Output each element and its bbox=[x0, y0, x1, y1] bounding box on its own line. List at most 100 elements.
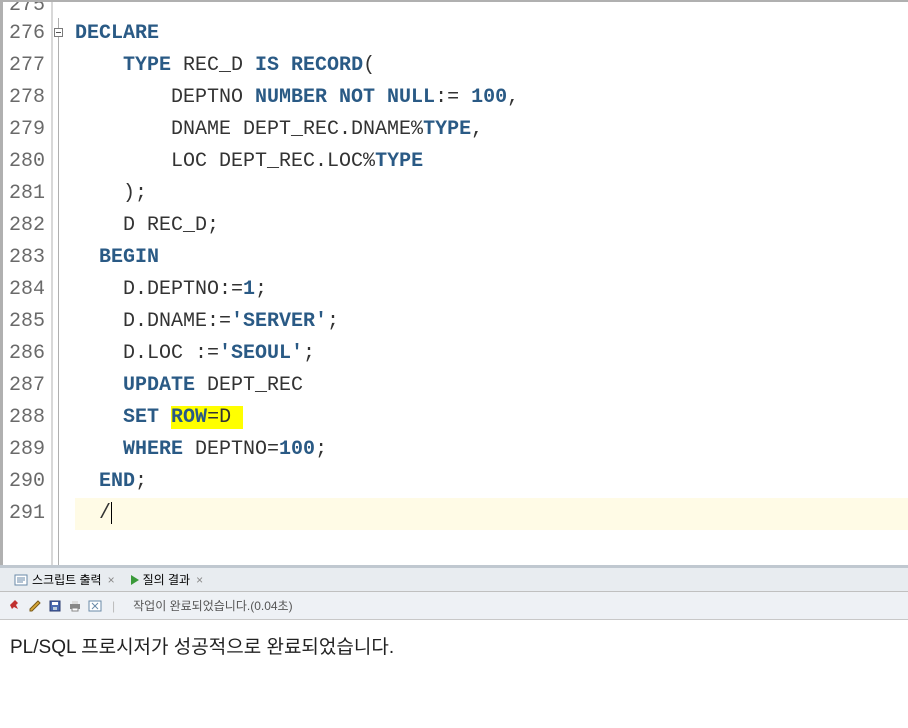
code-token: DECLARE bbox=[75, 22, 159, 45]
output-body[interactable]: PL/SQL 프로시저가 성공적으로 완료되었습니다. bbox=[0, 620, 908, 700]
code-token: REC_D bbox=[171, 54, 255, 77]
code-line[interactable]: D.DNAME:='SERVER'; bbox=[75, 306, 908, 338]
code-token: UPDATE bbox=[123, 374, 195, 397]
code-token: 1 bbox=[243, 278, 255, 301]
code-token: ; bbox=[315, 438, 327, 461]
line-number: 284 bbox=[5, 274, 45, 306]
code-line[interactable]: / bbox=[75, 498, 908, 530]
code-token: , bbox=[507, 86, 519, 109]
code-token: D.DNAME:= bbox=[75, 310, 231, 333]
output-message: PL/SQL 프로시저가 성공적으로 완료되었습니다. bbox=[10, 637, 394, 658]
text-cursor bbox=[111, 502, 112, 524]
line-number: 282 bbox=[5, 210, 45, 242]
output-toolbar: | 작업이 완료되었습니다.(0.04초) bbox=[0, 592, 908, 620]
code-line[interactable]: SET ROW=D bbox=[75, 402, 908, 434]
output-panel: 스크립트 출력 × 질의 결과 × | 작업이 완료되었습니다.(0.04초) … bbox=[0, 565, 908, 700]
line-number: 289 bbox=[5, 434, 45, 466]
line-number: 281 bbox=[5, 178, 45, 210]
code-token: LOC DEPT_REC.LOC% bbox=[75, 150, 375, 173]
code-line[interactable]: WHERE DEPTNO=100; bbox=[75, 434, 908, 466]
code-token: 'SEOUL' bbox=[219, 342, 303, 365]
code-line[interactable]: UPDATE DEPT_REC bbox=[75, 370, 908, 402]
code-token: 'SERVER' bbox=[231, 310, 327, 333]
clear-icon[interactable] bbox=[88, 599, 102, 613]
code-token: WHERE bbox=[123, 438, 183, 461]
pin-icon[interactable] bbox=[8, 599, 22, 613]
line-number: 285 bbox=[5, 306, 45, 338]
code-token: 100 bbox=[471, 86, 507, 109]
close-icon[interactable]: × bbox=[196, 573, 203, 587]
code-token: ; bbox=[327, 310, 339, 333]
code-token bbox=[75, 246, 99, 269]
code-token: ; bbox=[303, 342, 315, 365]
close-icon[interactable]: × bbox=[108, 573, 115, 587]
tab-query-result-label: 질의 결과 bbox=[143, 571, 191, 588]
code-token: , bbox=[471, 118, 483, 141]
code-line[interactable]: LOC DEPT_REC.LOC%TYPE bbox=[75, 146, 908, 178]
code-editor[interactable]: 2752762772782792802812822832842852862872… bbox=[0, 0, 908, 565]
code-line[interactable] bbox=[75, 2, 908, 18]
code-token: ; bbox=[255, 278, 267, 301]
line-number: 290 bbox=[5, 466, 45, 498]
line-number: 287 bbox=[5, 370, 45, 402]
code-line[interactable]: D.DEPTNO:=1; bbox=[75, 274, 908, 306]
tab-script-output[interactable]: 스크립트 출력 × bbox=[8, 569, 121, 590]
line-number: 275 bbox=[5, 2, 45, 18]
line-number: 291 bbox=[5, 498, 45, 530]
code-token: D.LOC := bbox=[75, 342, 219, 365]
code-line[interactable]: BEGIN bbox=[75, 242, 908, 274]
code-line[interactable]: DECLARE bbox=[75, 18, 908, 50]
code-token: := bbox=[435, 86, 471, 109]
print-icon[interactable] bbox=[68, 599, 82, 613]
line-number: 286 bbox=[5, 338, 45, 370]
code-token: IS RECORD bbox=[255, 54, 363, 77]
toolbar-separator: | bbox=[112, 599, 115, 613]
code-token bbox=[159, 406, 171, 429]
code-token: DEPTNO= bbox=[183, 438, 279, 461]
code-token: TYPE bbox=[375, 150, 423, 173]
toolbar-status: 작업이 완료되었습니다.(0.04초) bbox=[133, 597, 292, 614]
code-token: =D bbox=[207, 406, 243, 429]
code-token bbox=[75, 54, 123, 77]
code-token: ; bbox=[135, 470, 147, 493]
code-token bbox=[75, 470, 99, 493]
line-number: 279 bbox=[5, 114, 45, 146]
code-token: ROW bbox=[171, 406, 207, 429]
code-line[interactable]: D REC_D; bbox=[75, 210, 908, 242]
pencil-icon[interactable] bbox=[28, 599, 42, 613]
tab-script-output-label: 스크립트 출력 bbox=[32, 571, 102, 588]
code-token: DEPTNO bbox=[75, 86, 255, 109]
code-line[interactable]: D.LOC :='SEOUL'; bbox=[75, 338, 908, 370]
code-token: ( bbox=[363, 54, 375, 77]
line-number-gutter: 2752762772782792802812822832842852862872… bbox=[3, 2, 53, 565]
code-token bbox=[75, 438, 123, 461]
code-token: ); bbox=[75, 182, 147, 205]
code-line[interactable]: DEPTNO NUMBER NOT NULL:= 100, bbox=[75, 82, 908, 114]
code-token: DNAME DEPT_REC.DNAME% bbox=[75, 118, 423, 141]
code-token: DEPT_REC bbox=[195, 374, 303, 397]
code-token: BEGIN bbox=[99, 246, 159, 269]
code-token: TYPE bbox=[123, 54, 171, 77]
line-number: 280 bbox=[5, 146, 45, 178]
line-number: 277 bbox=[5, 50, 45, 82]
code-line[interactable]: DNAME DEPT_REC.DNAME%TYPE, bbox=[75, 114, 908, 146]
line-number: 283 bbox=[5, 242, 45, 274]
line-number: 278 bbox=[5, 82, 45, 114]
code-token bbox=[75, 374, 123, 397]
code-token: D.DEPTNO:= bbox=[75, 278, 243, 301]
code-line[interactable]: ); bbox=[75, 178, 908, 210]
code-line[interactable]: END; bbox=[75, 466, 908, 498]
code-token: NUMBER NOT NULL bbox=[255, 86, 435, 109]
code-token: / bbox=[75, 502, 111, 525]
line-number: 276 bbox=[5, 18, 45, 50]
code-token: END bbox=[99, 470, 135, 493]
code-line[interactable]: TYPE REC_D IS RECORD( bbox=[75, 50, 908, 82]
tab-query-result[interactable]: 질의 결과 × bbox=[125, 569, 210, 590]
code-token: 100 bbox=[279, 438, 315, 461]
line-number: 288 bbox=[5, 402, 45, 434]
code-token: SET bbox=[123, 406, 159, 429]
play-icon bbox=[131, 575, 139, 585]
code-area[interactable]: DECLARE TYPE REC_D IS RECORD( DEPTNO NUM… bbox=[53, 2, 908, 565]
output-tabs: 스크립트 출력 × 질의 결과 × bbox=[0, 568, 908, 592]
save-icon[interactable] bbox=[48, 599, 62, 613]
